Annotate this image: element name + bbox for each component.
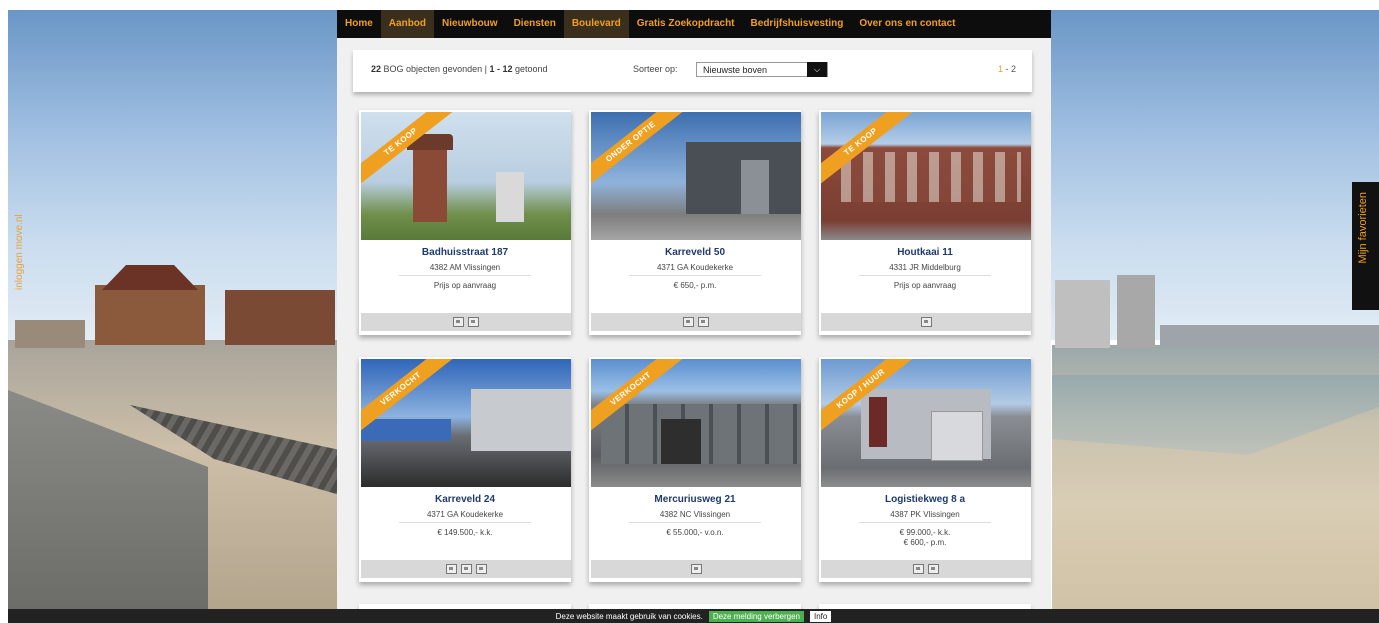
floorplan-icon[interactable] (698, 317, 709, 327)
listing-card[interactable]: VERKOCHT Mercuriusweg 21 4382 NC Vlissin… (589, 357, 801, 582)
listing-title[interactable]: Badhuisstraat 187 (359, 247, 571, 258)
photos-icon[interactable] (453, 317, 464, 327)
building (15, 320, 85, 348)
building (225, 290, 335, 345)
silo (496, 172, 524, 222)
blue-building (361, 419, 451, 441)
divider (629, 522, 761, 523)
apartment-tower (1055, 280, 1110, 348)
photos-icon[interactable] (920, 317, 932, 327)
media-bar (821, 560, 1031, 578)
floorplan-icon[interactable] (928, 564, 939, 574)
listing-title[interactable]: Karreveld 50 (589, 247, 801, 258)
media-bar (591, 560, 801, 578)
floorplan-icon[interactable] (468, 317, 479, 327)
listing-price: € 149.500,- k.k. (437, 528, 493, 537)
favorites-label: Mijn favorieten (1357, 192, 1369, 264)
listing-card[interactable]: ONDER OPTIE Karreveld 50 4371 GA Koudeke… (589, 110, 801, 335)
listing-card[interactable]: TE KOOP Badhuisstraat 187 4382 AM Vlissi… (359, 110, 571, 335)
listing-panel: 22 BOG objecten gevonden | 1 - 12 getoon… (337, 38, 1051, 610)
listing-price: € 99.000,- k.k. € 600,- p.m. (899, 528, 951, 547)
cookie-text: Deze website maakt gebruik van cookies. (555, 611, 703, 621)
listing-title[interactable]: Logistiekweg 8 a (819, 494, 1031, 505)
garage-doors (601, 404, 801, 464)
listing-card[interactable]: TE KOOP Houtkaai 11 4331 JR Middelburg P… (819, 110, 1031, 335)
cookie-bar: Deze website maakt gebruik van cookies. … (8, 609, 1379, 623)
page-next[interactable]: 2 (1011, 64, 1016, 74)
apartment-tower (1117, 275, 1155, 348)
status-ribbon: ONDER OPTIE (591, 112, 692, 192)
cookie-hide-button[interactable]: Deze melding verbergen (708, 610, 804, 622)
water-tower (413, 140, 447, 222)
property-photo[interactable]: TE KOOP (821, 112, 1031, 240)
login-side-label[interactable]: inloggen move.nl (14, 200, 30, 290)
listing-address: 4371 GA Koudekerke (426, 510, 504, 519)
listing-address: 4371 GA Koudekerke (656, 263, 734, 272)
photos-icon[interactable] (460, 564, 472, 574)
results-count: 22 BOG objecten gevonden | 1 - 12 getoon… (371, 64, 548, 74)
media-bar (361, 313, 571, 331)
property-photo[interactable]: ONDER OPTIE (591, 112, 801, 240)
garage-door (931, 411, 983, 461)
photos-icon[interactable] (690, 564, 702, 574)
listing-address: 4331 JR Middelburg (889, 263, 961, 272)
property-photo[interactable]: TE KOOP (361, 112, 571, 240)
nav-boulevard[interactable]: Boulevard (563, 10, 629, 38)
divider (859, 522, 991, 523)
media-bar (361, 560, 571, 578)
listing-address: 4387 PK Vlissingen (890, 510, 960, 519)
nav-bedrijfshuisvesting[interactable]: Bedrijfshuisvesting (743, 10, 852, 38)
sort-select[interactable]: Nieuwste boven ⌵ (696, 62, 828, 77)
property-photo[interactable]: KOOP / HUUR (821, 359, 1031, 487)
nav-nieuwbouw[interactable]: Nieuwbouw (434, 10, 506, 38)
nav-gratis-zoekopdracht[interactable]: Gratis Zoekopdracht (629, 10, 743, 38)
video-icon[interactable] (445, 564, 457, 574)
pagination: 1 - 2 (998, 64, 1017, 74)
building (95, 285, 205, 345)
photos-icon[interactable] (913, 564, 924, 574)
divider (859, 275, 991, 276)
nav-over-ons[interactable]: Over ons en contact (851, 10, 963, 38)
nav-home[interactable]: Home (337, 10, 381, 38)
warehouse (471, 389, 571, 451)
listing-price: Prijs op aanvraag (433, 281, 497, 290)
skyline (1160, 325, 1379, 347)
results-toolbar: 22 BOG objecten gevonden | 1 - 12 getoon… (353, 50, 1032, 92)
cookie-info-button[interactable]: Info (810, 610, 832, 622)
listing-address: 4382 NC Vlissingen (659, 510, 731, 519)
listing-address: 4382 AM Vlissingen (429, 263, 501, 272)
sort-label: Sorteer op: (633, 64, 678, 74)
floorplan-icon[interactable] (475, 564, 487, 574)
media-bar (821, 313, 1031, 331)
listing-title[interactable]: Karreveld 24 (359, 494, 571, 505)
media-bar (591, 313, 801, 331)
divider (629, 275, 761, 276)
main-nav: Home Aanbod Nieuwbouw Diensten Boulevard… (337, 10, 1051, 38)
chevron-down-icon[interactable]: ⌵ (807, 62, 827, 77)
garage-door (741, 160, 769, 214)
listing-card[interactable]: KOOP / HUUR Logistiekweg 8 a 4387 PK Vli… (819, 357, 1031, 582)
listing-card[interactable]: VERKOCHT Karreveld 24 4371 GA Koudekerke… (359, 357, 571, 582)
property-photo[interactable]: VERKOCHT (591, 359, 801, 487)
listing-title[interactable]: Mercuriusweg 21 (589, 494, 801, 505)
sort-value: Nieuwste boven (703, 65, 768, 75)
property-photo[interactable]: VERKOCHT (361, 359, 571, 487)
listing-price: € 650,- p.m. (673, 281, 717, 290)
nav-aanbod[interactable]: Aanbod (380, 10, 435, 38)
listing-price: Prijs op aanvraag (893, 281, 957, 290)
nav-diensten[interactable]: Diensten (506, 10, 564, 38)
windows (841, 152, 1021, 202)
divider (399, 522, 531, 523)
open-door (661, 419, 701, 464)
favorites-tab[interactable]: Mijn favorieten (1352, 182, 1379, 310)
listing-title[interactable]: Houtkaai 11 (819, 247, 1031, 258)
entrance (869, 397, 887, 447)
photos-icon[interactable] (683, 317, 694, 327)
divider (399, 275, 531, 276)
listing-price: € 55.000,- v.o.n. (666, 528, 724, 537)
